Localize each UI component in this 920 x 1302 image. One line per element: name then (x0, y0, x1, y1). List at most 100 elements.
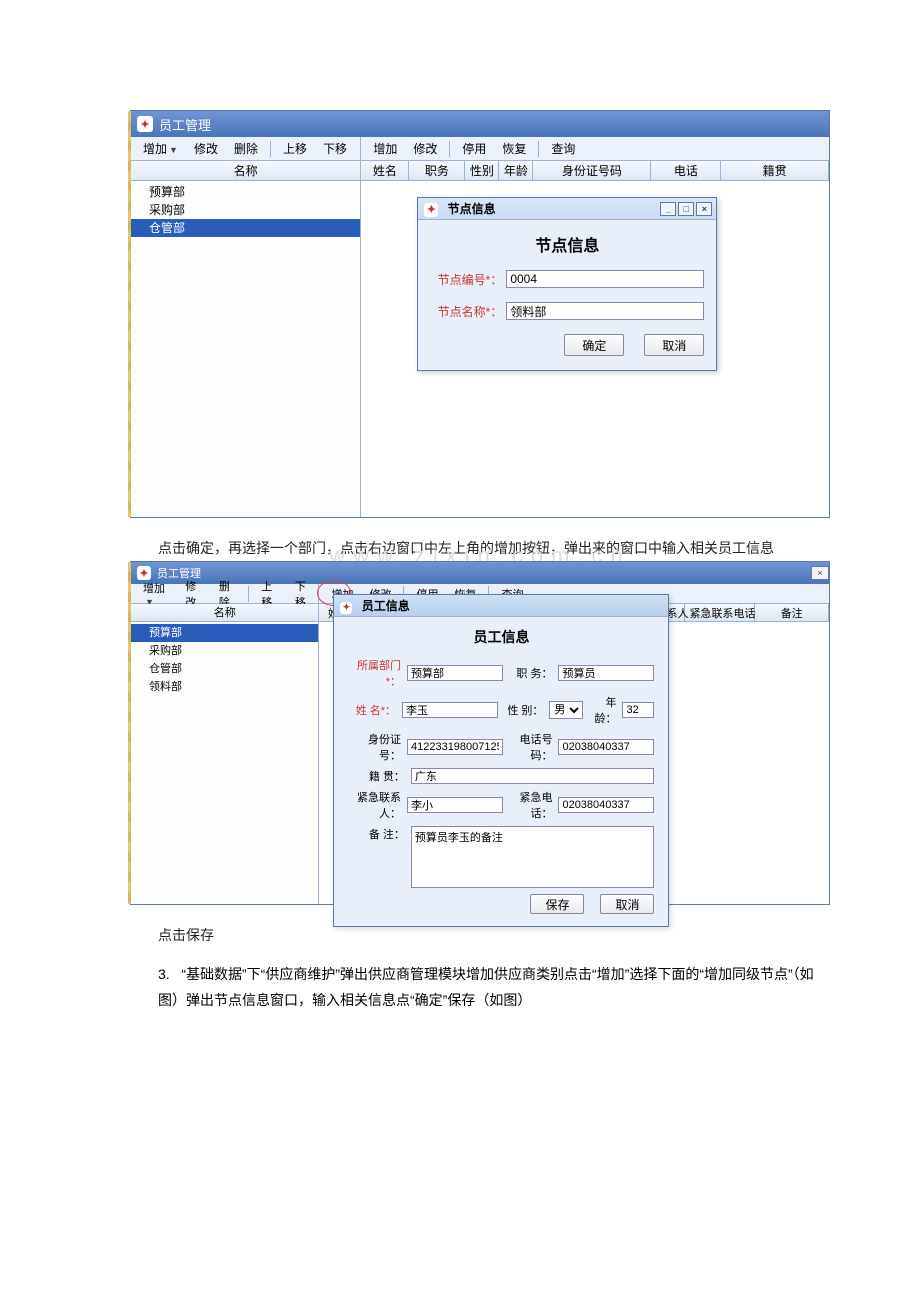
id-row: 身份证号： 电话号码： (348, 731, 654, 763)
dept-label: 所属部门*： (348, 657, 401, 689)
node-id-row: 节点编号*： (430, 270, 704, 288)
col-age[interactable]: 年龄 (499, 161, 533, 180)
window-title: 员工管理 (159, 115, 211, 134)
left-edge-decoration (128, 562, 131, 904)
age-label: 年龄： (589, 694, 617, 726)
window-titlebar: ✦ 员工管理 (131, 111, 829, 137)
edit-button[interactable]: 修改 (188, 139, 224, 158)
left-toolbar: 增加▼ 修改 删除 上移 下移 (131, 584, 318, 604)
id-input[interactable] (407, 739, 503, 755)
cancel-button[interactable]: 取消 (600, 894, 654, 914)
position-input[interactable] (558, 665, 654, 681)
delete-button[interactable]: 删除 (228, 139, 264, 158)
department-panel: 增加▼ 修改 删除 上移 下移 名称 预算部 采购部 仓管部 领料部 (131, 584, 319, 904)
left-edge-decoration (128, 111, 131, 517)
department-tree: 预算部 采购部 仓管部 领料部 (131, 622, 318, 904)
dialog-titlebar[interactable]: ✦ 员工信息 (334, 595, 668, 617)
disable-button[interactable]: 停用 (456, 139, 492, 158)
employee-mgmt-window-1: ✦ 员工管理 增加▼ 修改 删除 上移 下移 名称 预算部 采购部 仓管部 (130, 110, 830, 518)
node-name-row: 节点名称*： (430, 302, 704, 320)
add-employee-button[interactable]: 增加 (367, 139, 403, 158)
gender-label: 性 别： (504, 702, 543, 718)
chevron-down-icon: ▼ (169, 145, 178, 155)
employee-mgmt-window-2: ✦ 员工管理 × 增加▼ 修改 删除 上移 下移 名称 预算部 (130, 561, 830, 905)
separator (449, 141, 450, 157)
remark-input[interactable] (411, 826, 655, 888)
tree-item-warehouse[interactable]: 仓管部 (131, 219, 360, 237)
window-controls: _ □ × (660, 202, 712, 216)
separator (538, 141, 539, 157)
tree-item-purchase[interactable]: 采购部 (131, 642, 318, 660)
app-body: 增加▼ 修改 删除 上移 下移 名称 预算部 采购部 仓管部 领料部 (131, 584, 829, 904)
origin-row: 籍 贯： (348, 768, 654, 784)
department-tree: 预算部 采购部 仓管部 (131, 181, 360, 517)
name-label: 姓 名*： (348, 702, 396, 718)
gender-select[interactable]: 男 (549, 701, 582, 719)
tree-header: 名称 (131, 161, 360, 181)
tree-item-material[interactable]: 领料部 (131, 678, 318, 696)
emcontact-label: 紧急联系人： (348, 789, 401, 821)
node-name-input[interactable] (506, 302, 704, 320)
position-label: 职 务： (509, 665, 552, 681)
item3-num: 3. (158, 966, 170, 982)
minimize-icon[interactable]: _ (660, 202, 676, 216)
separator (270, 141, 271, 157)
origin-input[interactable] (411, 768, 655, 784)
dialog-titlebar[interactable]: ✦ 节点信息 _ □ × (418, 198, 716, 220)
item3-text: “基础数据”下“供应商维护”弹出供应商管理模块增加供应商类别点击“增加”选择下面… (158, 966, 814, 1007)
right-toolbar: 增加 修改 停用 恢复 查询 (361, 137, 829, 161)
col-phone[interactable]: 电话 (651, 161, 721, 180)
name-input[interactable] (402, 702, 498, 718)
emcontact-input[interactable] (407, 797, 503, 813)
app-icon: ✦ (424, 203, 438, 217)
dialog-title: 节点信息 (448, 202, 496, 216)
age-input[interactable] (622, 702, 654, 718)
col-origin[interactable]: 籍贯 (721, 161, 829, 180)
tree-item-warehouse[interactable]: 仓管部 (131, 660, 318, 678)
dept-row: 所属部门*： 职 务： (348, 657, 654, 689)
employee-grid-panel: 增加 修改 停用 恢复 查询 姓名 职务 性别 年龄 身份证号码 电话 籍贯 (319, 584, 829, 904)
app-icon: ✦ (137, 116, 153, 132)
ok-button[interactable]: 确定 (564, 334, 624, 356)
remark-label: 备 注： (348, 826, 404, 842)
col-emphone[interactable]: 紧急联系电话 (685, 604, 755, 621)
save-button[interactable]: 保存 (530, 894, 584, 914)
dialog-title: 员工信息 (362, 599, 410, 613)
emphone-input[interactable] (558, 797, 654, 813)
app-body: 增加▼ 修改 删除 上移 下移 名称 预算部 采购部 仓管部 增加 (131, 137, 829, 517)
cancel-button[interactable]: 取消 (644, 334, 704, 356)
move-up-button[interactable]: 上移 (277, 139, 313, 158)
col-gender[interactable]: 性别 (465, 161, 499, 180)
edit-employee-button[interactable]: 修改 (407, 139, 443, 158)
node-info-dialog: ✦ 节点信息 _ □ × 节点信息 节点编号*： (417, 197, 717, 371)
dialog-heading: 员工信息 (348, 627, 654, 647)
restore-button[interactable]: 恢复 (496, 139, 532, 158)
col-remark[interactable]: 备注 (755, 604, 829, 621)
add-button[interactable]: 增加▼ (137, 139, 184, 158)
tree-item-budget[interactable]: 预算部 (131, 624, 318, 642)
id-label: 身份证号： (348, 731, 401, 763)
dialog-heading: 节点信息 (430, 232, 704, 256)
col-name[interactable]: 姓名 (361, 161, 409, 180)
node-id-input[interactable] (506, 270, 704, 288)
close-icon[interactable]: × (696, 202, 712, 216)
tree-item-budget[interactable]: 预算部 (131, 183, 360, 201)
search-button[interactable]: 查询 (545, 139, 581, 158)
close-icon[interactable]: × (811, 566, 829, 580)
phone-input[interactable] (558, 739, 654, 755)
col-idno[interactable]: 身份证号码 (533, 161, 651, 180)
department-panel: 增加▼ 修改 删除 上移 下移 名称 预算部 采购部 仓管部 (131, 137, 361, 517)
col-position[interactable]: 职务 (409, 161, 465, 180)
remark-row: 备 注： (348, 826, 654, 888)
dialog-buttons: 确定 取消 (430, 334, 704, 356)
employee-info-dialog: ✦ 员工信息 员工信息 所属部门*： 职 务： (333, 594, 669, 927)
phone-label: 电话号码： (509, 731, 552, 763)
dept-input[interactable] (407, 665, 503, 681)
dialog-body: 员工信息 所属部门*： 职 务： 姓 名*： 性 别： (334, 617, 668, 926)
app-icon: ✦ (340, 602, 352, 614)
tree-item-purchase[interactable]: 采购部 (131, 201, 360, 219)
emcontact-row: 紧急联系人： 紧急电话： (348, 789, 654, 821)
move-down-button[interactable]: 下移 (317, 139, 353, 158)
maximize-icon[interactable]: □ (678, 202, 694, 216)
separator (248, 586, 249, 602)
